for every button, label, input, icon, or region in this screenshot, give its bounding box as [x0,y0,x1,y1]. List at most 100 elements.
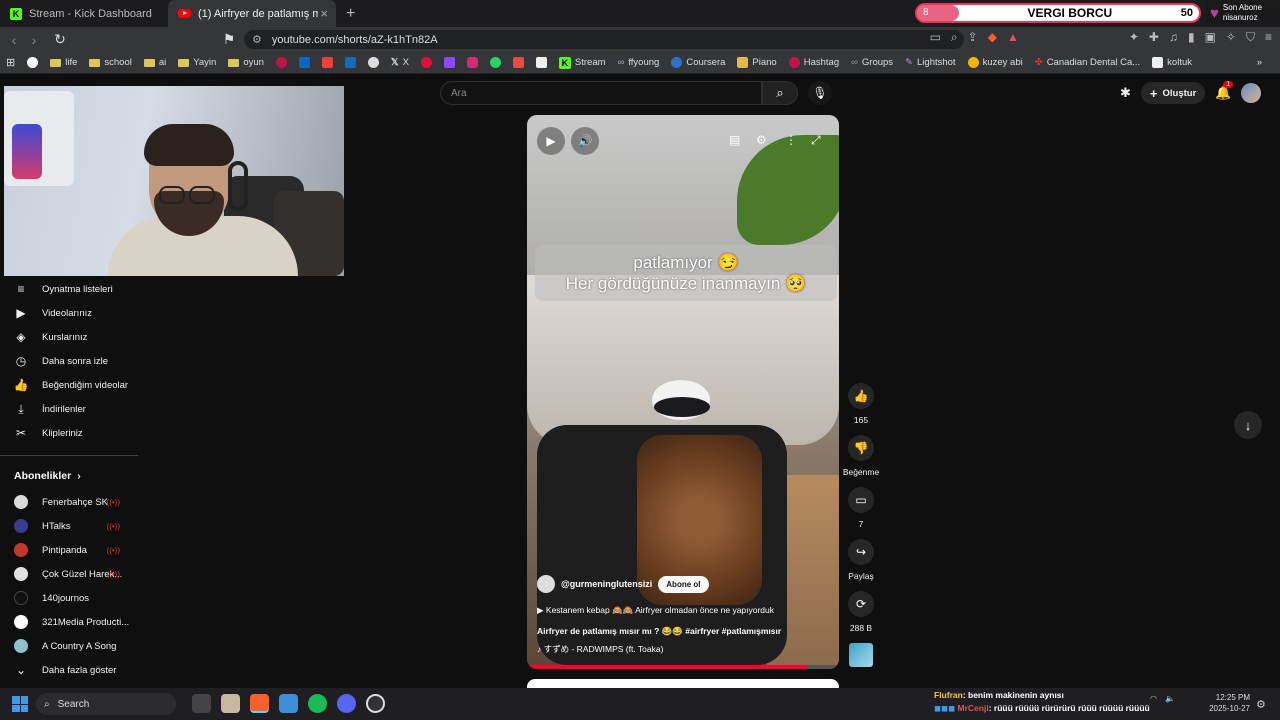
bookmark-school[interactable]: school [89,57,132,68]
sidebar-item-playlists[interactable]: ≡ Oynatma listeleri [0,277,138,301]
subscriptions-heading[interactable]: Abonelikler › [0,462,138,490]
subscription-item[interactable]: A Country A Song [0,634,138,658]
linkedin-icon[interactable] [298,57,310,68]
more-options-icon[interactable]: ⋮ [785,133,797,147]
subscription-item[interactable]: Çok Güzel Harek... ((•)) [0,562,138,586]
subscription-item[interactable]: Fenerbahçe SK ((•)) [0,490,138,514]
chrome-icon[interactable] [367,57,379,68]
extension-icon[interactable]: ✦ [1129,30,1139,45]
settings-icon[interactable]: ⚙ [756,133,767,147]
taskbar-search[interactable]: ⌕ Search [36,693,176,715]
bookmark-life[interactable]: life [50,57,77,68]
bookmark-groups[interactable]: ∞ Groups [851,57,893,68]
share-icon[interactable]: ⇪ [968,30,978,45]
wifi-icon[interactable]: ◠ [1150,694,1157,703]
windows-start-icon[interactable] [12,696,28,712]
sidebar-item-courses[interactable]: ◈ Kurslarınız [0,325,138,349]
sidebar-item-clips[interactable]: ✂ Klipleriniz [0,421,138,445]
next-short-button[interactable]: ↓ [1234,411,1262,439]
bookmark-piano[interactable]: Piano [737,57,777,68]
whatsapp-icon[interactable] [489,57,501,68]
fullscreen-icon[interactable]: ⤢ [811,133,821,148]
bookmark-coursera[interactable]: Coursera [671,57,725,68]
tab-youtube-short[interactable]: (1) Airfryer de patlamış mısır mı × [168,0,336,27]
sidebar-item-your-videos[interactable]: ▶ Videolarınız [0,301,138,325]
wallet-icon[interactable]: ▣ [1205,30,1216,45]
leo-icon[interactable]: ✧ [1226,30,1236,45]
puzzle-icon[interactable]: ✚ [1149,30,1159,45]
instagram-icon[interactable] [466,57,478,68]
bookmark-ffyoung[interactable]: ∞ ffyoung [618,57,660,68]
brave-icon[interactable] [250,694,269,713]
opera-icon[interactable] [420,57,432,68]
forward-icon[interactable]: › [24,32,44,48]
vpn-icon[interactable]: ⛉ [1246,30,1255,45]
share-button[interactable]: ↪ [848,539,874,565]
bookmark-koltuk[interactable]: koltuk [1152,57,1192,68]
volume-icon[interactable]: 🔈 [1165,694,1175,703]
channel-name[interactable]: @gurmeninglutensizi [561,579,652,589]
apps-grid-icon[interactable]: ⊞ [6,56,15,69]
media-icon[interactable]: ♫ [1169,30,1178,45]
file-explorer-icon[interactable] [192,694,211,713]
subscribe-button[interactable]: Abone ol [658,575,709,593]
taskbar-clock[interactable]: 12:25 PM 2025-10-27 [1206,692,1250,714]
amazon-icon[interactable] [535,57,547,68]
zoom-icon[interactable]: ⌕ [951,30,958,45]
notifications-button[interactable]: 🔔 1 [1215,81,1234,101]
outlook-icon[interactable] [344,57,356,68]
discord-icon[interactable] [337,694,356,713]
sidebar-item-watch-later[interactable]: ◷ Daha sonra izle [0,349,138,373]
audio-thumbnail[interactable] [849,643,873,667]
photos-icon[interactable] [279,694,298,713]
bookmark-red-icon[interactable] [275,57,287,68]
volume-button[interactable]: 🔊 [571,127,599,155]
notification-center-icon[interactable]: ⚙ [1256,698,1266,711]
bookmark-x[interactable]: 𝕏X [391,57,409,68]
gmail-icon[interactable] [321,57,333,68]
bookmark-icon[interactable]: ⚑ [219,31,239,48]
tumblr-icon[interactable] [512,57,524,68]
sidebar-icon[interactable]: ▮ [1188,30,1195,45]
short-video-player[interactable]: patlamıyor 😏 Her gördüğünüze inanmayın 🥺… [527,115,839,669]
twitch-icon[interactable] [443,57,455,68]
search-input[interactable]: Ara [440,81,762,105]
voice-search-button[interactable]: 🎙 [808,81,832,105]
account-avatar[interactable] [1241,83,1262,103]
bookmark-ai[interactable]: ai [143,57,166,68]
bookmark-yayin[interactable]: Yayin [178,57,216,68]
bookmark-kuzey-abi[interactable]: kuzey abi [967,57,1023,68]
obs-icon[interactable] [366,694,385,713]
app-icon[interactable] [221,694,240,713]
channel-avatar[interactable] [537,575,555,593]
music-link[interactable]: ♪ すずめ - RADWIMPS (ft. Toaka) [537,643,663,655]
remix-button[interactable]: ⟳ [848,591,874,617]
dislike-button[interactable]: 👎 [848,435,874,461]
like-button[interactable]: 👍 [848,383,874,409]
spotify-icon[interactable] [308,694,327,713]
bookmark-oyun[interactable]: oyun [228,57,264,68]
related-playlist-link[interactable]: ▶ Kestanem kebap 🙈🙈 Airfryer olmadan önc… [537,605,774,616]
bookmark-lightshot[interactable]: ✎ Lightshot [905,57,956,68]
reload-icon[interactable]: ↻ [50,31,70,48]
sidebar-item-downloads[interactable]: ⤓ İndirilenler [0,397,138,421]
show-more-button[interactable]: ⌄ Daha fazla göster [0,658,138,682]
play-button[interactable]: ▶ [537,127,565,155]
new-tab-icon[interactable]: + [346,5,355,23]
more-bookmarks-icon[interactable]: » [1257,57,1262,68]
bookmark-hashtag[interactable]: Hashtag [788,57,839,68]
subscription-item[interactable]: 321Media Producti... [0,610,138,634]
brave-shield-icon[interactable]: ◆ [988,30,997,45]
subscription-item[interactable]: HTalks ((•)) [0,514,138,538]
brave-rewards-icon[interactable]: ▲ [1007,30,1019,45]
search-button[interactable]: ⌕ [762,81,798,105]
tab-kick-dashboard[interactable]: K Stream - Kick Dashboard [0,0,168,27]
subscription-item[interactable]: Pintipanda ((•)) [0,538,138,562]
bookmark-canadian-dental[interactable]: ✤ Canadian Dental Ca... [1035,57,1140,68]
video-progress-bar[interactable] [527,665,839,669]
captions-icon[interactable]: ▤ [729,133,740,147]
sidebar-item-liked-videos[interactable]: 👍 Beğendiğim videolar [0,373,138,397]
close-tab-icon[interactable]: × [320,6,328,21]
back-icon[interactable]: ‹ [4,32,24,48]
comments-button[interactable]: ▭ [848,487,874,513]
